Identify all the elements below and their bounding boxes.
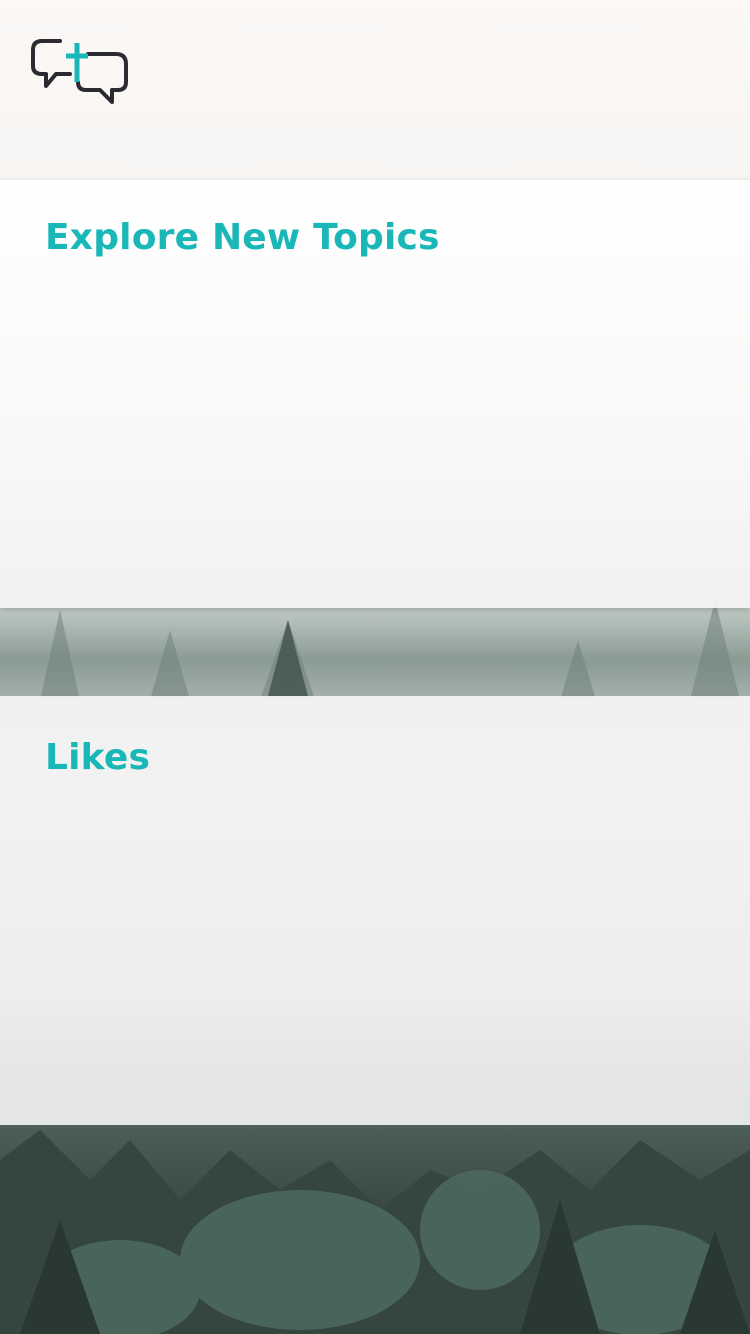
app-header xyxy=(0,0,750,180)
section-title-likes[interactable]: Likes xyxy=(45,737,150,778)
section-title-explore[interactable]: Explore New Topics xyxy=(45,217,440,258)
speech-bubbles-cross-icon[interactable] xyxy=(30,38,130,108)
explore-new-topics-section: Explore New Topics xyxy=(0,180,750,608)
likes-section: Likes xyxy=(0,696,750,1125)
likes-list xyxy=(45,796,705,1095)
explore-topics-list xyxy=(45,280,705,578)
